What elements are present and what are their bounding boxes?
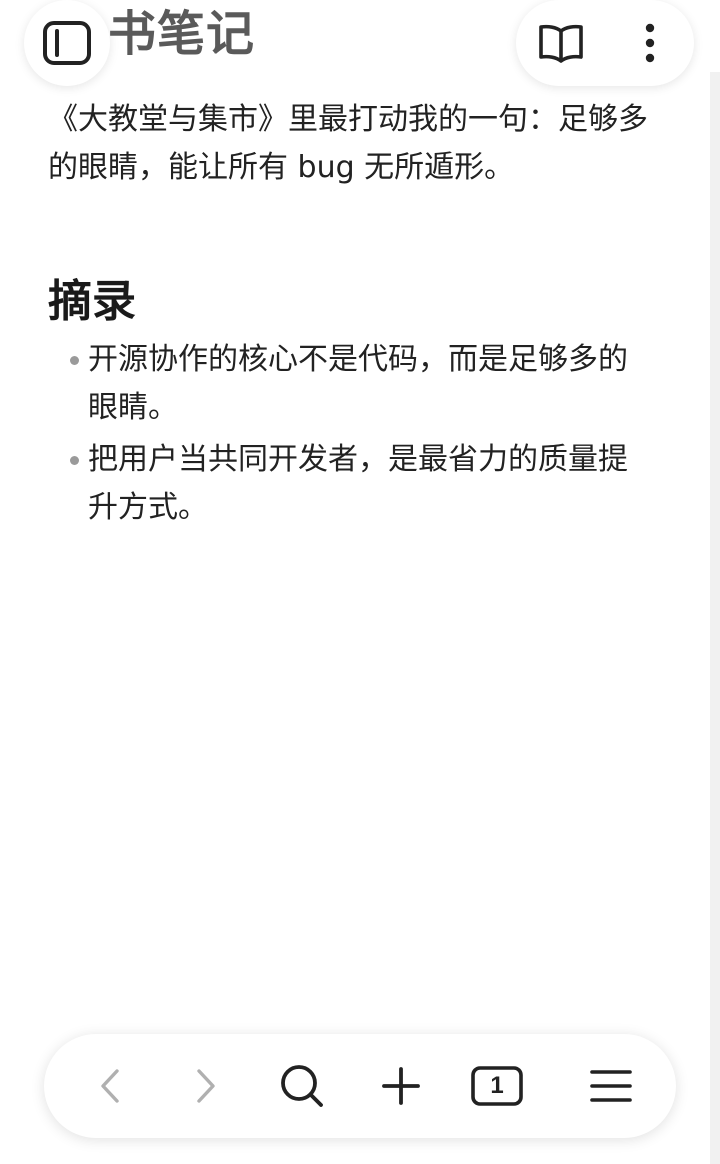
sidebar-toggle-button[interactable] <box>24 0 110 86</box>
sidebar-toggle-icon <box>43 21 91 65</box>
forward-button[interactable] <box>174 1054 238 1118</box>
more-options-button[interactable] <box>605 0 694 86</box>
plus-icon <box>382 1067 420 1105</box>
section-heading: 摘录 <box>48 276 136 327</box>
tabs-icon: 1 <box>471 1066 523 1106</box>
back-button[interactable] <box>78 1054 142 1118</box>
menu-icon <box>590 1070 632 1102</box>
note-intro: 《大教堂与集市》里最打动我的一句：足够多的眼睛，能让所有 bug 无所遁形。 <box>48 102 648 185</box>
chevron-left-icon <box>101 1069 119 1103</box>
note-content: 《大教堂与集市》里最打动我的一句：足够多的眼睛，能让所有 bug 无所遁形。 摘… <box>48 96 670 536</box>
page: 书笔记 《大教堂与集市》里最打动我的一句：足够多的眼睛，能让所有 bug 无所遁… <box>0 0 720 1164</box>
excerpt-list: 开源协作的核心不是代码，而是足够多的眼睛。 把用户当共同开发者，是最省力的质量提… <box>48 336 670 532</box>
list-item-text: 把用户当共同开发者，是最省力的质量提升方式。 <box>88 442 628 525</box>
tabs-button[interactable]: 1 <box>465 1054 529 1118</box>
more-vertical-icon <box>645 23 654 63</box>
bullet-dot <box>70 356 79 365</box>
search-button[interactable] <box>270 1054 334 1118</box>
search-icon <box>281 1065 323 1107</box>
list-item: 把用户当共同开发者，是最省力的质量提升方式。 <box>48 436 648 532</box>
top-bar: 书笔记 <box>0 0 720 88</box>
reader-mode-button[interactable] <box>516 0 605 86</box>
chevron-right-icon <box>197 1069 215 1103</box>
top-right-controls <box>516 0 694 86</box>
scrollbar-track[interactable] <box>710 72 720 1164</box>
list-item-text: 开源协作的核心不是代码，而是足够多的眼睛。 <box>88 342 628 425</box>
new-tab-button[interactable] <box>369 1054 433 1118</box>
app-title: 书笔记 <box>108 6 256 62</box>
bottom-toolbar: 1 <box>44 1034 676 1138</box>
bullet-dot <box>70 456 79 465</box>
menu-button[interactable] <box>579 1054 643 1118</box>
tab-count: 1 <box>490 1072 504 1099</box>
list-item: 开源协作的核心不是代码，而是足够多的眼睛。 <box>48 336 648 432</box>
book-open-icon <box>538 24 583 63</box>
